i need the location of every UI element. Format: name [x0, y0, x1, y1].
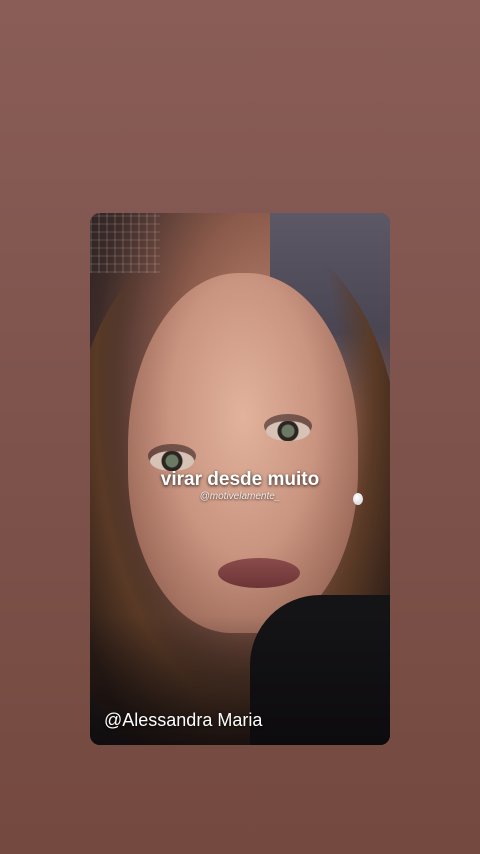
mouth	[218, 558, 300, 588]
story-video[interactable]: virar desde muito @motivelamente_ @Aless…	[90, 213, 390, 745]
watermark-handle: @motivelamente_	[199, 491, 281, 502]
author-credit[interactable]: @Alessandra Maria	[104, 710, 262, 731]
left-eye	[150, 451, 194, 471]
right-eye	[266, 421, 310, 441]
subtitle-caption: virar desde muito	[160, 469, 320, 490]
